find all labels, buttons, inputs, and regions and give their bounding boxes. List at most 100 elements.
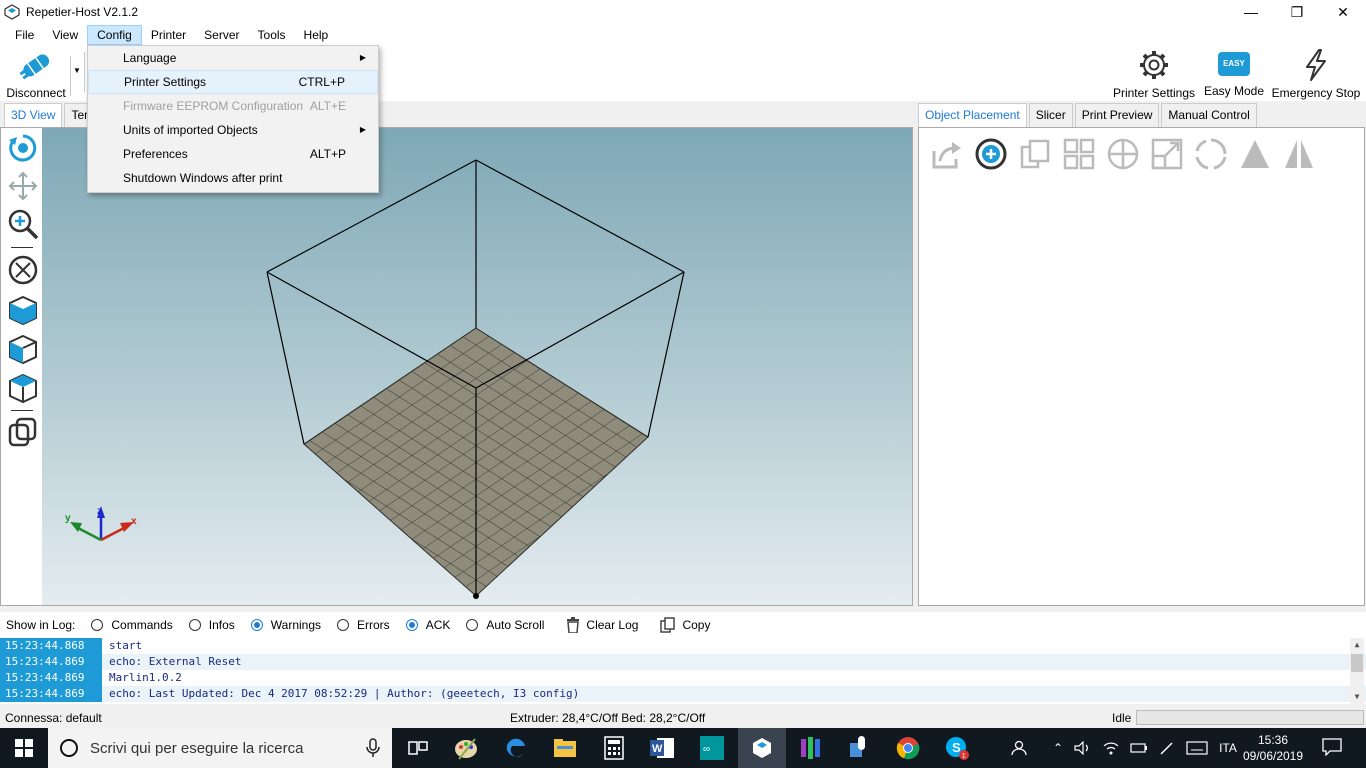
tab-object-placement[interactable]: Object Placement [918, 103, 1027, 127]
input-language[interactable]: ITA [1219, 741, 1237, 755]
land-object-button[interactable] [1233, 134, 1277, 174]
minimize-button[interactable]: — [1228, 0, 1274, 24]
action-center-icon[interactable] [1322, 738, 1342, 759]
clear-log-button[interactable]: Clear Log [566, 617, 638, 633]
colored-bars-app-icon[interactable] [797, 734, 825, 762]
pen-icon[interactable] [1159, 740, 1175, 756]
scroll-down-icon[interactable]: ▼ [1350, 690, 1364, 704]
microphone-icon[interactable] [366, 738, 380, 758]
log-filter-infos[interactable]: Infos [188, 618, 235, 632]
move-view-icon[interactable] [7, 170, 39, 202]
log-scrollbar[interactable]: ▲ ▼ [1350, 638, 1364, 704]
3d-view-panel: x y z [0, 127, 913, 606]
printer-settings-button[interactable]: Printer Settings [1112, 48, 1196, 100]
menu-config[interactable]: Config [87, 25, 142, 45]
wifi-icon[interactable] [1103, 741, 1119, 755]
menu-item-language[interactable]: Language ▶ [88, 46, 378, 70]
paint-app-icon[interactable] [452, 734, 480, 762]
center-object-button[interactable] [1101, 134, 1145, 174]
show-hidden-icons-chevron-icon[interactable]: ⌃ [1053, 741, 1063, 755]
volume-icon[interactable] [1074, 741, 1092, 755]
object-placement-panel [918, 127, 1365, 606]
close-button[interactable]: ✕ [1320, 0, 1366, 24]
menu-item-preferences[interactable]: Preferences ALT+P [88, 142, 378, 166]
repetier-taskbar-icon[interactable] [738, 728, 786, 768]
menu-item-shutdown-after-print[interactable]: Shutdown Windows after print [88, 166, 378, 190]
emergency-stop-button[interactable]: Emergency Stop [1270, 48, 1362, 100]
menu-item-firmware-eeprom: Firmware EEPROM Configuration ALT+E [88, 94, 378, 118]
menu-file[interactable]: File [6, 25, 43, 45]
scroll-thumb[interactable] [1351, 654, 1363, 672]
copy-log-button[interactable]: Copy [660, 617, 710, 633]
radio-auto-scroll[interactable] [466, 619, 479, 631]
start-button[interactable] [0, 728, 48, 768]
radio-ack[interactable] [405, 619, 418, 631]
log-filter-label: Errors [357, 618, 390, 632]
front-view-cube-icon[interactable] [7, 294, 39, 326]
radio-commands[interactable] [91, 619, 104, 631]
copy-object-button[interactable] [1013, 134, 1057, 174]
rotate-view-icon[interactable] [7, 132, 39, 164]
windows-logo-icon [15, 739, 33, 757]
svg-text:W: W [652, 743, 663, 755]
menu-item-printer-settings[interactable]: Printer Settings CTRL+P [88, 70, 378, 94]
word-app-icon[interactable]: W [648, 734, 676, 762]
export-object-button[interactable] [925, 134, 969, 174]
menu-help[interactable]: Help [295, 25, 338, 45]
parallel-projection-icon[interactable] [7, 416, 39, 448]
voice-recorder-icon[interactable] [845, 734, 873, 762]
mirror-object-button[interactable] [1277, 134, 1321, 174]
printer-settings-label: Printer Settings [1112, 86, 1196, 100]
menu-view[interactable]: View [43, 25, 87, 45]
autoposition-button[interactable] [1057, 134, 1101, 174]
side-view-cube-icon[interactable] [7, 333, 39, 365]
rotate-object-button[interactable] [1189, 134, 1233, 174]
file-explorer-icon[interactable] [551, 734, 579, 762]
people-icon[interactable] [1010, 740, 1028, 756]
battery-icon[interactable] [1130, 742, 1148, 754]
zoom-view-icon[interactable] [7, 208, 39, 240]
radio-infos[interactable] [188, 619, 201, 631]
keyboard-icon[interactable] [1186, 741, 1208, 755]
menu-server[interactable]: Server [195, 25, 248, 45]
log-filter-label: Commands [111, 618, 173, 632]
edge-browser-icon[interactable] [502, 734, 530, 762]
3d-viewport[interactable]: x y z [42, 128, 912, 605]
menu-printer[interactable]: Printer [142, 25, 195, 45]
log-list[interactable]: 15:23:44.868 start 15:23:44.869 echo: Exte… [0, 638, 1366, 704]
fit-view-icon[interactable] [7, 254, 39, 286]
menu-item-units-imported[interactable]: Units of imported Objects ▶ [88, 118, 378, 142]
tab-slicer[interactable]: Slicer [1028, 103, 1073, 127]
top-view-cube-icon[interactable] [7, 372, 39, 404]
windows-taskbar: Scrivi qui per eseguire la ricerca W ∞ S… [0, 728, 1366, 768]
restore-button[interactable]: ❐ [1274, 0, 1320, 24]
chrome-browser-icon[interactable] [894, 734, 922, 762]
connect-dropdown-arrow[interactable]: ▼ [70, 56, 81, 96]
task-view-icon[interactable] [404, 734, 432, 762]
add-object-button[interactable] [969, 134, 1013, 174]
tab-3d-view[interactable]: 3D View [4, 103, 63, 127]
log-filter-warnings[interactable]: Warnings [250, 618, 321, 632]
disconnect-button[interactable]: Disconnect [4, 48, 68, 100]
scroll-up-icon[interactable]: ▲ [1350, 638, 1364, 652]
object-toolbar [925, 134, 1321, 174]
calculator-icon[interactable] [600, 734, 628, 762]
tab-print-preview[interactable]: Print Preview [1074, 103, 1160, 127]
config-dropdown-menu: Language ▶ Printer Settings CTRL+P Firmw… [87, 45, 379, 193]
radio-errors[interactable] [337, 619, 350, 631]
log-timestamp: 15:23:44.868 [0, 638, 102, 654]
easy-mode-button[interactable]: EASY Easy Mode [1203, 48, 1265, 98]
log-filter-errors[interactable]: Errors [337, 618, 390, 632]
tab-manual-control[interactable]: Manual Control [1161, 103, 1257, 127]
skype-icon[interactable]: S1 [943, 734, 971, 762]
radio-warnings[interactable] [250, 619, 263, 631]
arduino-app-icon[interactable]: ∞ [698, 734, 726, 762]
log-auto-scroll[interactable]: Auto Scroll [466, 618, 544, 632]
log-filter-commands[interactable]: Commands [91, 618, 173, 632]
menu-tools[interactable]: Tools [249, 25, 295, 45]
minimize-icon: — [1244, 4, 1258, 20]
scale-object-button[interactable] [1145, 134, 1189, 174]
taskbar-search-box[interactable]: Scrivi qui per eseguire la ricerca [48, 728, 392, 768]
taskbar-clock[interactable]: 15:36 09/06/2019 [1238, 732, 1308, 764]
log-filter-ack[interactable]: ACK [405, 618, 450, 632]
